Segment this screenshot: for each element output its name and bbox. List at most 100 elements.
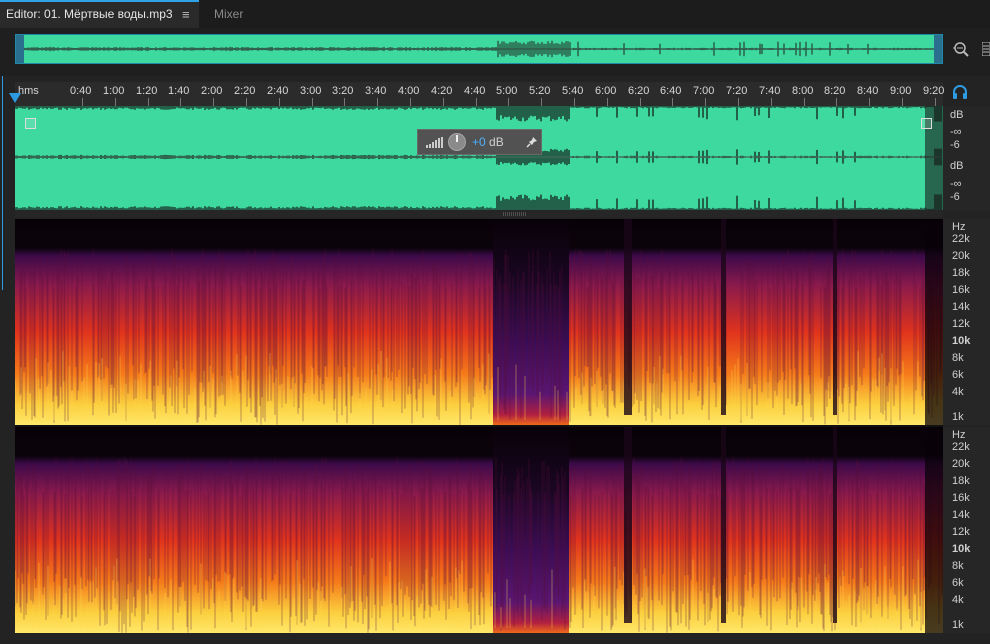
- ruler-tick-label: 5:00: [496, 85, 518, 97]
- ruler-tick: [935, 98, 936, 106]
- ruler-tick-label: 2:40: [267, 85, 289, 97]
- db-label: dB: [950, 109, 964, 121]
- ruler-tick: [180, 98, 181, 106]
- hz-label: 8k: [952, 560, 964, 572]
- ruler-tick-label: 1:40: [168, 85, 190, 97]
- left-strip: [0, 28, 15, 644]
- ruler-tick: [476, 98, 477, 106]
- overview-waveform-graphic: [16, 40, 942, 58]
- ruler-tick-label: 7:00: [693, 85, 715, 97]
- channel-divider: [15, 425, 943, 427]
- hz-label: 16k: [952, 492, 970, 504]
- volume-value: +0 dB: [472, 135, 504, 149]
- tab-mixer[interactable]: Mixer: [214, 0, 243, 28]
- db-label: dB: [950, 160, 964, 172]
- db-label: -∞: [950, 126, 962, 138]
- ruler-tick: [804, 98, 805, 106]
- ruler-tick: [541, 98, 542, 106]
- volume-hud[interactable]: +0 dB: [417, 129, 542, 155]
- ruler-tick-label: 2:20: [234, 85, 256, 97]
- db-label: -6: [950, 139, 960, 151]
- ruler-tick-label: 1:00: [103, 85, 125, 97]
- spectral-display-right[interactable]: [15, 427, 943, 633]
- spectrogram-graphic: [15, 427, 943, 633]
- playhead-marker[interactable]: [9, 93, 21, 103]
- ruler-tick-label: 6:40: [660, 85, 682, 97]
- ruler-tick-label: 3:20: [332, 85, 354, 97]
- overview-left-handle[interactable]: [16, 35, 24, 63]
- ruler-tick-label: 3:00: [300, 85, 322, 97]
- ruler-tick-label: 6:20: [628, 85, 650, 97]
- hz-label: 12k: [952, 318, 970, 330]
- ruler-tick: [771, 98, 772, 106]
- grip-icon[interactable]: [503, 212, 527, 216]
- hz-label: 16k: [952, 284, 970, 296]
- bottom-bar: [15, 633, 990, 644]
- waveform-display[interactable]: [15, 106, 943, 210]
- hz-label: 6k: [952, 369, 964, 381]
- hz-label: Hz: [952, 429, 966, 441]
- ruler-tick-label: 8:20: [824, 85, 846, 97]
- db-scale: dB -∞ -6 dB -∞ -6: [943, 106, 990, 210]
- hz-label: 10k: [952, 543, 971, 555]
- hz-label: 22k: [952, 233, 970, 245]
- overview-right-handle[interactable]: [934, 35, 942, 63]
- list-icon[interactable]: [982, 42, 990, 56]
- volume-knob[interactable]: [448, 133, 466, 151]
- hz-label: 20k: [952, 458, 970, 470]
- ruler-tick: [312, 98, 313, 106]
- hz-label: 4k: [952, 386, 964, 398]
- ruler-tick-label: 1:20: [136, 85, 158, 97]
- ruler-tick: [508, 98, 509, 106]
- ruler-tick-label: 9:00: [890, 85, 912, 97]
- tab-editor[interactable]: Editor: 01. Мёртвые воды.mp3 ≡: [0, 0, 199, 28]
- tab-menu-icon[interactable]: ≡: [182, 2, 190, 27]
- frequency-scale: Hz 22k 20k 18k 16k 14k 12k 10k 8k 6k 4k 1k: [943, 219, 990, 425]
- pin-icon[interactable]: [526, 136, 538, 148]
- hz-label: 18k: [952, 475, 970, 487]
- hz-label: 22k: [952, 441, 970, 453]
- ruler-tick: [246, 98, 247, 106]
- ruler-tick: [410, 98, 411, 106]
- ruler-tick: [443, 98, 444, 106]
- frequency-scale: Hz 22k 20k 18k 16k 14k 12k 10k 8k 6k 4k 1k: [943, 427, 990, 633]
- ruler-tick-label: 7:20: [726, 85, 748, 97]
- ruler-tick: [705, 98, 706, 106]
- ruler-tick-label: 4:40: [464, 85, 486, 97]
- headphone-icon[interactable]: [951, 84, 969, 100]
- ruler-tick-label: 9:20: [923, 85, 945, 97]
- overview-waveform[interactable]: [15, 34, 943, 64]
- time-ruler[interactable]: hms 0:40 1:00 1:20 1:40 2:00 2:20 2:40 3:00 3:20…: [15, 82, 945, 106]
- ruler-tick: [672, 98, 673, 106]
- hz-label: 8k: [952, 352, 964, 364]
- ruler-tick: [869, 98, 870, 106]
- hz-label: 20k: [952, 250, 970, 262]
- hz-label: 1k: [952, 619, 964, 631]
- ruler-tick-label: 8:00: [792, 85, 814, 97]
- zoom-icon[interactable]: [952, 40, 970, 58]
- hz-label: 14k: [952, 509, 970, 521]
- ruler-tick-label: 8:40: [857, 85, 879, 97]
- ruler-tick-label: 0:40: [70, 85, 92, 97]
- ruler-tick-label: 7:40: [759, 85, 781, 97]
- ruler-tick: [574, 98, 575, 106]
- hz-label: 14k: [952, 301, 970, 313]
- ruler-tick: [344, 98, 345, 106]
- fade-in-handle[interactable]: [25, 118, 36, 129]
- tab-bar: Editor: 01. Мёртвые воды.mp3 ≡ Mixer: [0, 0, 990, 28]
- db-label: -6: [950, 191, 960, 203]
- db-label: -∞: [950, 178, 962, 190]
- ruler-unit-label: hms: [18, 85, 39, 97]
- ruler-tick-label: 3:40: [365, 85, 387, 97]
- spectral-display-left[interactable]: [15, 219, 943, 425]
- ruler-tick: [115, 98, 116, 106]
- ruler-tick: [902, 98, 903, 106]
- ruler-tick-label: 4:00: [398, 85, 420, 97]
- hz-label: 12k: [952, 526, 970, 538]
- ruler-tick: [82, 98, 83, 106]
- level-meter-icon: [426, 137, 443, 148]
- waveform-graphic: [15, 106, 943, 210]
- fade-out-handle[interactable]: [921, 118, 932, 129]
- hz-label: 6k: [952, 577, 964, 589]
- panel-divider[interactable]: [15, 210, 943, 218]
